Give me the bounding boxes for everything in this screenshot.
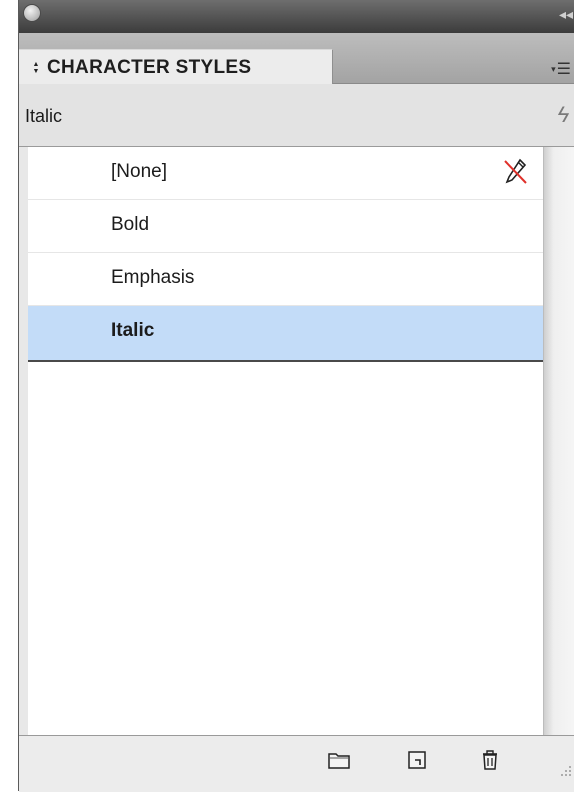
new-page-icon[interactable] — [403, 746, 431, 774]
tab-label: CHARACTER STYLES — [47, 56, 252, 78]
list-item-italic[interactable]: Italic — [28, 306, 543, 362]
list-item-emphasis[interactable]: Emphasis — [28, 253, 543, 306]
list-item-bold[interactable]: Bold — [28, 200, 543, 253]
tab-character-styles[interactable]: ▲ ▼ CHARACTER STYLES — [19, 49, 333, 85]
trash-icon[interactable] — [476, 746, 504, 774]
styles-list: [None] Bold Emphasis Italic — [28, 147, 543, 735]
current-style-label: Italic — [25, 106, 63, 126]
folder-icon[interactable] — [325, 746, 353, 774]
list-item-label: Bold — [111, 214, 150, 235]
character-styles-panel: ◂◂ ▲ ▼ CHARACTER STYLES ▾ ☰ Italic ϟ [None… — [18, 0, 574, 792]
panel-footer — [19, 735, 574, 792]
close-icon[interactable] — [23, 4, 41, 22]
list-item-label: Italic — [111, 320, 155, 341]
tab-sort-arrows-icon: ▲ ▼ — [32, 60, 40, 75]
tab-row: ▲ ▼ CHARACTER STYLES ▾ ☰ — [19, 33, 574, 85]
list-item-label: Emphasis — [111, 267, 195, 288]
pencil-strikethrough-icon — [504, 158, 527, 184]
panel-menu-icon[interactable]: ▾ ☰ — [551, 59, 571, 79]
resize-grip-icon[interactable] — [559, 764, 573, 778]
list-item-none[interactable]: [None] — [28, 147, 543, 200]
collapse-arrows-icon[interactable]: ◂◂ — [559, 7, 573, 21]
current-style-bar: Italic ϟ — [19, 84, 574, 147]
panel-titlebar[interactable]: ◂◂ — [19, 0, 574, 33]
scrollbar-track[interactable] — [543, 147, 574, 735]
lightning-icon[interactable]: ϟ — [557, 102, 569, 128]
list-item-label: [None] — [111, 161, 167, 182]
